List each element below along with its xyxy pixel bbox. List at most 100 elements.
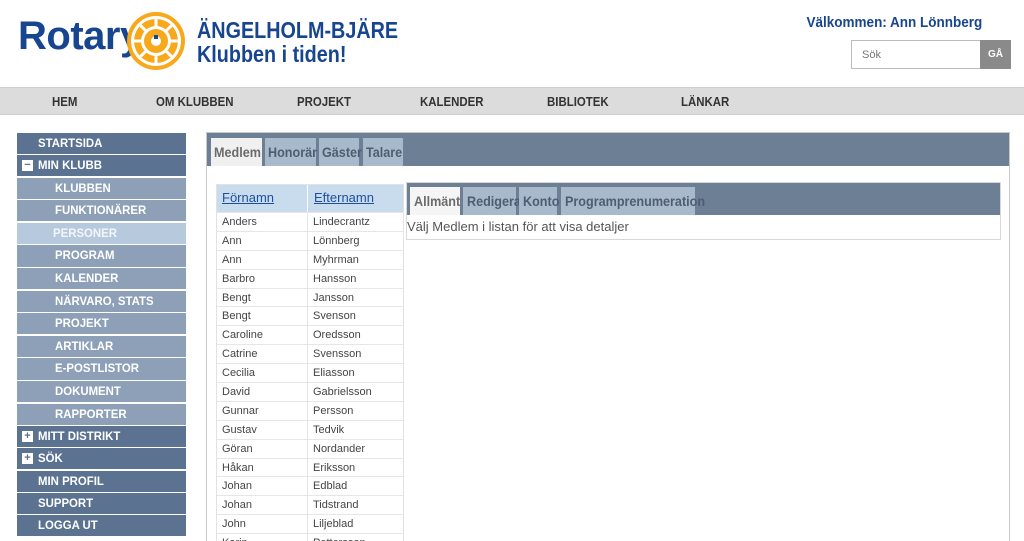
column-divider <box>307 383 308 401</box>
collapse-icon[interactable]: − <box>22 160 33 172</box>
tab-label: Honorär <box>268 144 318 160</box>
sidebar-item-label: PERSONER <box>53 225 117 240</box>
club-name-line2: Klubben i tiden! <box>197 41 347 67</box>
sidebar-item-mitt-distrikt[interactable]: + MITT DISTRIKT <box>17 426 186 448</box>
column-divider <box>307 477 308 496</box>
member-first-name: David <box>222 386 251 399</box>
member-row[interactable]: Anders Lindecrantz <box>217 212 403 231</box>
sidebar-item-projekt[interactable]: PROJEKT <box>17 313 186 335</box>
member-row[interactable]: Göran Nordander <box>217 438 403 458</box>
column-divider <box>307 326 308 345</box>
member-last-name: Tidstrand <box>313 499 359 512</box>
member-row[interactable]: Johan Edblad <box>217 476 403 496</box>
topnav-item-om-klubben[interactable]: OM KLUBBEN <box>156 94 234 109</box>
expand-icon[interactable]: + <box>22 431 33 443</box>
member-row[interactable]: Catrine Svensson <box>217 344 403 364</box>
topnav-item-kalender[interactable]: KALENDER <box>420 94 484 109</box>
tab-label: Talare <box>366 144 403 160</box>
sidebar-item-kalender[interactable]: KALENDER <box>17 267 186 290</box>
member-first-name: Cecilia <box>222 367 256 380</box>
tab-gaster[interactable]: Gäster <box>319 138 362 166</box>
sidebar-item-artiklar[interactable]: ARTIKLAR <box>17 335 186 358</box>
tab-redigera[interactable]: Redigera <box>463 187 521 215</box>
tab-label: Redigera <box>467 193 521 209</box>
sidebar-item-e-postlistor[interactable]: E-POSTLISTOR <box>17 358 186 380</box>
member-row[interactable]: David Gabrielsson <box>217 382 403 401</box>
member-first-name: Catrine <box>222 348 258 361</box>
member-first-name: Barbro <box>222 272 256 285</box>
member-row[interactable]: Ann Myhrman <box>217 249 403 269</box>
sidebar-item-funktionarer[interactable]: FUNKTIONÄRER <box>17 200 186 222</box>
sidebar-item-label: MIN KLUBB <box>38 158 102 173</box>
club-name-line1: ÄNGELHOLM-BJÄRE <box>197 17 399 43</box>
welcome-text: Välkommen: Ann Lönnberg <box>806 14 982 31</box>
member-last-name: Lindecrantz <box>313 216 370 228</box>
sidebar-item-program[interactable]: PROGRAM <box>17 245 186 267</box>
member-row[interactable]: Karin Pettersson <box>217 533 403 541</box>
member-first-name: Johan <box>222 499 252 512</box>
member-row[interactable]: Ann Lönnberg <box>217 230 403 250</box>
sidebar-item-sok[interactable]: + SÖK <box>17 448 186 470</box>
member-first-name: Bengt <box>222 310 251 323</box>
tab-allmant[interactable]: Allmänt <box>410 187 460 215</box>
member-first-name: Anders <box>222 216 257 228</box>
member-last-name: Hansson <box>313 272 357 285</box>
topnav-item-projekt[interactable]: PROJEKT <box>297 94 351 109</box>
column-header-efternamn[interactable]: Efternamn <box>314 190 374 205</box>
sidebar-item-logga-ut[interactable]: LOGGA UT <box>17 515 186 537</box>
member-row[interactable]: John Liljeblad <box>217 514 403 534</box>
tab-label: Konto <box>523 193 560 209</box>
column-divider <box>307 439 308 458</box>
member-row[interactable]: Cecilia Eliasson <box>217 363 403 383</box>
outer-tab-bar: Medlem Honorär Gäster Talare <box>207 133 1009 166</box>
tab-programprenumeration[interactable]: Programprenumeration <box>561 187 705 215</box>
topnav-item-hem[interactable]: HEM <box>52 94 77 109</box>
sidebar-item-label: PROJEKT <box>55 316 109 331</box>
member-row[interactable]: Håkan Eriksson <box>217 457 403 477</box>
member-row[interactable]: Bengt Jansson <box>217 287 403 307</box>
main-panel: Medlem Honorär Gäster Talare Förnamn Eft… <box>206 132 1010 541</box>
tab-talare[interactable]: Talare <box>363 138 403 166</box>
member-row[interactable]: Gustav Tedvik <box>217 419 403 439</box>
member-row[interactable]: Johan Tidstrand <box>217 495 403 515</box>
topnav-item-bibliotek[interactable]: BIBLIOTEK <box>547 94 609 109</box>
member-list: Förnamn Efternamn Anders Lindecrantz Ann Lö… <box>216 184 404 541</box>
expand-icon[interactable]: + <box>22 453 33 465</box>
member-row[interactable]: Bengt Svenson <box>217 306 403 326</box>
tab-honorar[interactable]: Honorär <box>265 138 318 166</box>
column-divider <box>307 269 308 288</box>
sidebar-item-support[interactable]: SUPPORT <box>17 493 186 515</box>
sidebar-item-narvaro-stats[interactable]: NÄRVARO, STATS <box>17 290 186 312</box>
sidebar-item-label: E-POSTLISTOR <box>55 361 140 376</box>
column-header-fornamn[interactable]: Förnamn <box>222 190 274 205</box>
member-last-name: Myhrman <box>313 253 359 266</box>
sidebar-item-klubben[interactable]: KLUBBEN <box>17 177 186 199</box>
member-row[interactable]: Barbro Hansson <box>217 268 403 288</box>
member-first-name: Håkan <box>222 461 254 474</box>
sidebar-item-label: FUNKTIONÄRER <box>55 203 147 218</box>
member-row[interactable]: Caroline Oredsson <box>217 325 403 345</box>
member-row[interactable]: Gunnar Persson <box>217 400 403 420</box>
member-last-name: Svensson <box>313 348 362 361</box>
sidebar-item-min-klubb[interactable]: − MIN KLUBB <box>17 155 186 177</box>
sidebar-item-label: KALENDER <box>55 270 119 285</box>
column-divider <box>307 213 308 231</box>
member-last-name: Tedvik <box>313 423 345 436</box>
sidebar-item-min-profil[interactable]: MIN PROFIL <box>17 470 186 492</box>
detail-tab-bar: Allmänt Redigera Konto Programprenumerat… <box>407 183 1000 215</box>
rotary-wheel-logo-icon[interactable] <box>124 9 188 73</box>
club-name[interactable]: ÄNGELHOLM-BJÄRE Klubben i tiden! <box>197 18 398 66</box>
member-last-name: Svenson <box>313 310 356 323</box>
tab-medlem[interactable]: Medlem <box>211 138 262 166</box>
sidebar-item-personer[interactable]: PERSONER <box>17 222 186 245</box>
sidebar-item-startsida[interactable]: STARTSIDA <box>17 133 186 154</box>
sidebar-item-label: NÄRVARO, STATS <box>55 293 154 308</box>
detail-placeholder-message: Välj Medlem i listan för att visa detalj… <box>407 219 629 234</box>
sidebar-item-label: DOKUMENT <box>55 383 121 398</box>
search-input[interactable] <box>851 40 981 69</box>
search-go-button[interactable]: GÅ <box>980 40 1011 69</box>
sidebar-item-rapporter[interactable]: RAPPORTER <box>17 403 186 425</box>
topnav-item-lankar[interactable]: LÄNKAR <box>681 94 729 109</box>
sidebar-item-dokument[interactable]: DOKUMENT <box>17 380 186 403</box>
tab-konto[interactable]: Konto <box>519 187 560 215</box>
